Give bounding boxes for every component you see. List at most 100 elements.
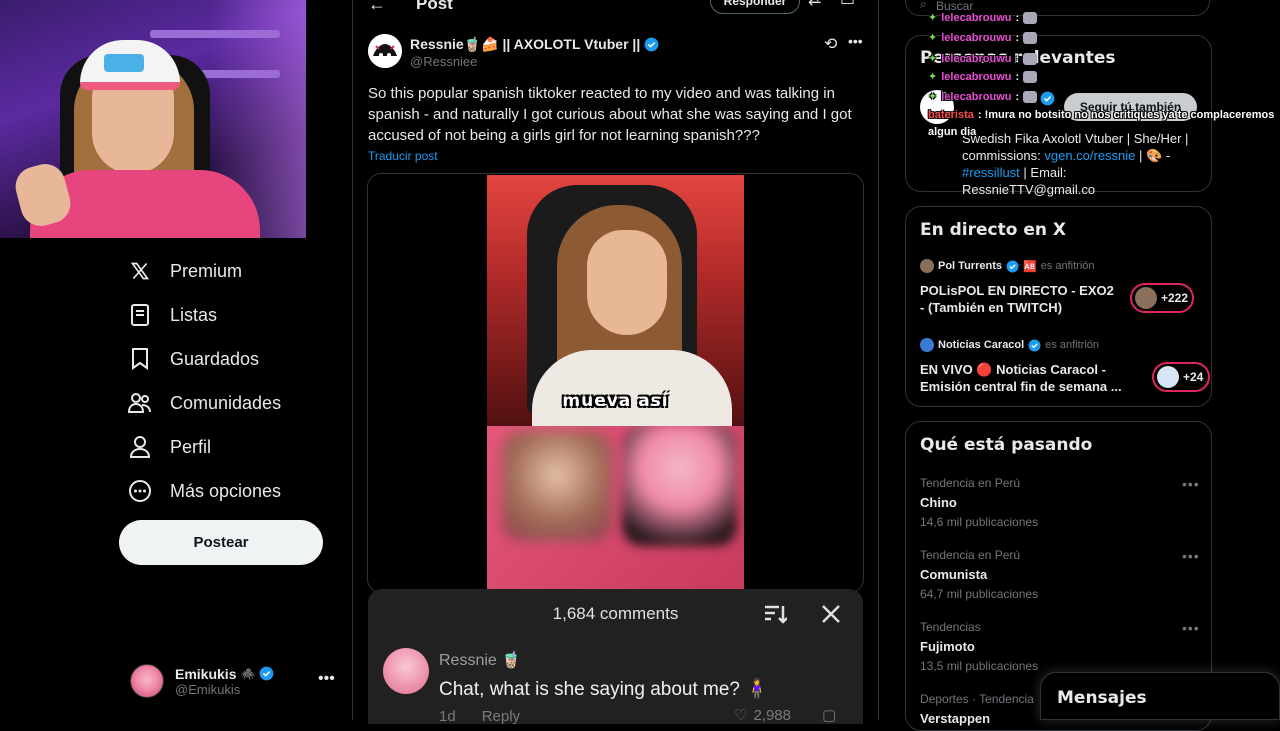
list-icon [128,303,152,327]
search-icon: ⌕ [920,0,927,11]
emote-icon [1023,11,1038,24]
trend-name: Chino [920,495,957,510]
more-icon[interactable]: ••• [318,670,335,688]
x-logo-icon [128,259,152,283]
nav-item-bookmarks[interactable]: Guardados [128,345,259,373]
comment-reply-button[interactable]: Reply [482,708,520,725]
post-author-avatar[interactable] [368,34,402,68]
live-row[interactable]: Noticias Caracol es anfitrión EN VIVO 🔴 … [920,338,1210,395]
post-text: So this popular spanish tiktoker reacted… [368,85,852,144]
chat-text: : [1015,11,1020,24]
close-icon[interactable] [820,603,842,625]
nav-item-premium[interactable]: Premium [128,257,242,285]
avatar [130,664,164,698]
trend-more-icon[interactable]: ••• [1182,620,1200,636]
reply-button[interactable]: Responder [710,0,800,14]
trend-item[interactable]: Tendencia en Perú Comunista 64,7 mil pub… [920,548,1200,601]
back-arrow-icon[interactable]: ← [368,0,386,15]
nav-item-more[interactable]: Más opciones [128,477,281,505]
comment-like-button[interactable]: ♡ 2,988 [734,706,791,725]
relevant-bio: Swedish Fika Axolotl Vtuber | She/Her | … [962,130,1202,198]
chat-message: baterista: !mura no botsito no nos criti… [928,109,1274,121]
translate-link[interactable]: Traducir post [368,149,438,163]
comment-avatar[interactable] [383,648,429,694]
grok-icon[interactable]: ⟲ [824,34,837,54]
nav-label: Comunidades [170,392,282,413]
post-author-name[interactable]: Ressnie🧋🍰 || AXOLOTL Vtuber || [410,36,659,53]
bio-mid: | 🎨 - [1135,148,1171,163]
chat-message: ✦ lelecabrouwu: [928,52,1038,65]
chat-text: : [1015,31,1020,44]
trend-context: Tendencia en Perú [920,476,1021,490]
chat-message-continued: algun dia [928,126,977,138]
nav-label: Premium [170,260,243,281]
live-listeners-pill[interactable]: +222 [1130,283,1194,313]
reader-icon[interactable]: ▭ [840,0,855,10]
post-more-icon[interactable]: ••• [848,33,863,49]
account-emoji: 🕷️ [240,666,256,681]
trend-name: Comunista [920,567,988,582]
live-row[interactable]: Pol Turrents 🆎 es anfitrión POLisPOL EN … [920,259,1200,316]
comment-share-icon[interactable]: ▢ [822,706,836,724]
verified-icon [1006,260,1019,272]
video-caption: mueva así [562,391,669,411]
verified-icon [260,666,274,681]
chat-message: ✦ lelecabrouwu: [928,90,1038,103]
nav-item-profile[interactable]: Perfil [128,433,211,461]
video-frame-bottom[interactable] [487,426,744,591]
nav-label: Perfil [170,436,212,457]
live-listeners-pill[interactable]: +24 [1152,362,1210,392]
chat-text: : [1015,70,1020,83]
bio-hashtag[interactable]: #ressillust [962,165,1020,180]
live-show-title: EN VIVO 🔴 Noticias Caracol - Emisión cen… [920,362,1122,394]
chat-text: : !mura no botsito no nos critiques ya t… [977,109,1275,121]
nav-label: Listas [170,304,218,325]
nav-label: Más opciones [170,480,282,501]
bio-link[interactable]: vgen.co/ressnie [1044,148,1135,163]
nav-item-communities[interactable]: Comunidades [128,389,281,417]
adjust-icon[interactable]: ⇄ [808,0,821,10]
author-name-text: Ressnie🧋🍰 || AXOLOTL Vtuber || [410,36,641,52]
account-switcher[interactable]: Emikukis 🕷️ @Emikukis ••• [130,662,340,700]
comment-meta: 1d Reply [439,708,520,725]
emote-icon [1023,90,1038,103]
host-role: es anfitrión [1045,339,1100,351]
chat-text: : [1015,52,1020,65]
trend-posts: 14,6 mil publicaciones [920,515,1039,529]
emote-icon [1023,52,1038,65]
host-name: Pol Turrents [938,260,1002,272]
chat-user: lelecabrouwu [941,90,1012,103]
trend-item[interactable]: Tendencias Fujimoto 13,5 mil publicacion… [920,620,1200,673]
person-icon [128,435,152,459]
like-count: 2,988 [753,706,791,724]
chat-text: : [1015,90,1020,103]
nav-label: Guardados [170,348,260,369]
comment-author[interactable]: Ressnie 🧋 [439,650,521,670]
page-title: Post [416,0,453,13]
chat-message: ✦ lelecabrouwu: [928,70,1038,83]
post-author-handle[interactable]: @Ressniee [410,54,477,69]
trend-item[interactable]: Tendencia en Perú Chino 14,6 mil publica… [920,476,1200,529]
comment-text: Chat, what is she saying about me? 🧍‍♀️ [439,679,769,700]
trends-title: Qué está pasando [920,435,1093,455]
communities-icon [128,391,152,415]
account-handle: @Emikukis [175,681,241,697]
trend-more-icon[interactable]: ••• [1182,476,1200,492]
streamer-webcam [0,0,306,238]
video-frame-top[interactable]: mueva así [487,175,744,426]
chat-user: lelecabrouwu [941,11,1012,24]
verified-icon [1028,339,1041,351]
sort-icon[interactable] [763,603,787,625]
chat-user: lelecabrouwu [941,31,1012,44]
listener-avatar [1135,287,1157,309]
trend-posts: 13,5 mil publicaciones [920,659,1039,673]
account-name: Emikukis [175,665,237,682]
trend-name: Fujimoto [920,639,975,654]
post-button[interactable]: Postear [119,520,323,565]
trend-posts: 64,7 mil publicaciones [920,587,1039,601]
comment-age: 1d [439,708,456,725]
trend-more-icon[interactable]: ••• [1182,548,1200,564]
chat-message: ✦ lelecabrouwu: [928,31,1038,44]
messages-drawer[interactable]: Mensajes [1040,672,1280,720]
nav-item-lists[interactable]: Listas [128,301,217,329]
